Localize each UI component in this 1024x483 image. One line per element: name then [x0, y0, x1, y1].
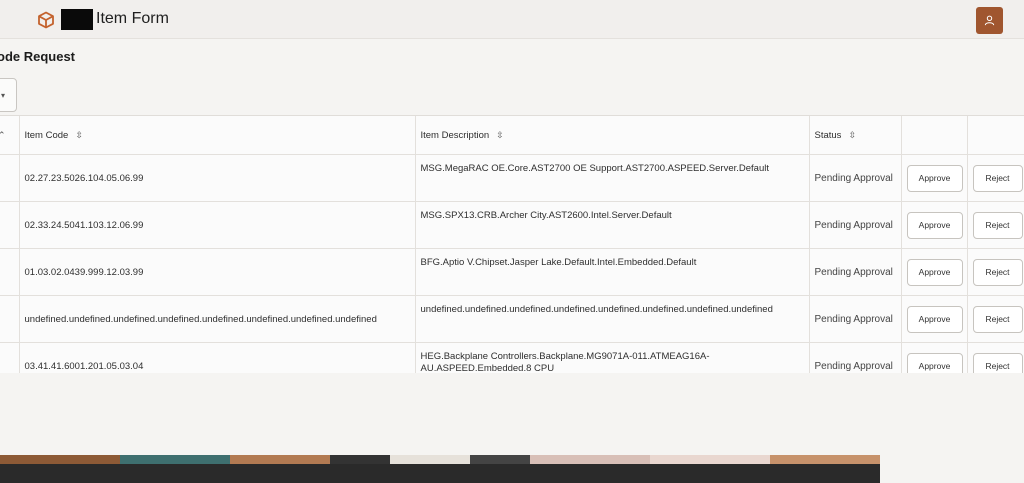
- reject-button[interactable]: Reject: [972, 305, 1023, 333]
- band-decoration: [0, 455, 120, 464]
- status-cell: Pending Approval: [809, 248, 902, 296]
- approve-button[interactable]: Approve: [906, 164, 963, 192]
- user-icon: [984, 15, 995, 26]
- item-code-cell: 03.41.41.6001.201.05.03.04: [19, 342, 416, 373]
- reject-cell: Reject: [967, 201, 1024, 249]
- page-title: ode Request: [0, 49, 76, 64]
- band-decoration: [390, 455, 470, 464]
- row-select-cell[interactable]: [0, 201, 20, 249]
- sort-icon[interactable]: ⇳: [848, 130, 856, 140]
- approve-cell: Approve: [901, 248, 968, 296]
- item-description-cell: MSG.SPX13.CRB.Archer City.AST2600.Intel.…: [415, 201, 810, 249]
- band-decoration: [120, 455, 230, 464]
- item-code-cell: 02.33.24.5041.103.12.06.99: [19, 201, 416, 249]
- row-select-cell[interactable]: [0, 154, 20, 202]
- approve-button[interactable]: Approve: [906, 211, 963, 239]
- item-description-cell: HEG.Backplane Controllers.Backplane.MG90…: [415, 342, 810, 373]
- band-decoration: [530, 455, 650, 464]
- redacted-logo: [61, 9, 93, 30]
- app-title: Item Form: [96, 10, 169, 27]
- user-avatar-button[interactable]: [976, 7, 1003, 34]
- approve-button[interactable]: Approve: [906, 258, 963, 286]
- sort-icon[interactable]: ⇳: [496, 130, 504, 140]
- status-text: Pending Approval: [814, 360, 893, 372]
- column-header-item-description[interactable]: Item Description ⇳: [415, 116, 810, 155]
- status-text: Pending Approval: [814, 172, 893, 184]
- status-cell: Pending Approval: [809, 154, 902, 202]
- approve-cell: Approve: [901, 342, 968, 373]
- column-header-reject: [967, 116, 1024, 155]
- row-select-cell[interactable]: [0, 295, 20, 343]
- row-select-cell[interactable]: [0, 342, 20, 373]
- reject-cell: Reject: [967, 295, 1024, 343]
- reject-cell: Reject: [967, 248, 1024, 296]
- table-row[interactable]: 03.41.41.6001.201.05.03.04 HEG.Backplane …: [0, 342, 1024, 373]
- background-band: [0, 455, 880, 483]
- status-cell: Pending Approval: [809, 295, 902, 343]
- reject-button[interactable]: Reject: [972, 258, 1023, 286]
- top-bar: Item Form: [0, 0, 1024, 39]
- approve-cell: Approve: [901, 201, 968, 249]
- table-row[interactable]: 02.27.23.5026.104.05.06.99 MSG.MegaRAC OE…: [0, 154, 1024, 202]
- table-row[interactable]: 02.33.24.5041.103.12.06.99 MSG.SPX13.CRB.…: [0, 201, 1024, 249]
- reject-cell: Reject: [967, 154, 1024, 202]
- reject-cell: Reject: [967, 342, 1024, 373]
- status-text: Pending Approval: [814, 313, 893, 325]
- item-code-cell: 02.27.23.5026.104.05.06.99: [19, 154, 416, 202]
- item-table: ⌃ Item Code⇳ Item Description⇳ Status⇳ 0…: [0, 115, 1024, 373]
- sort-icon[interactable]: ⇳: [75, 130, 83, 140]
- table-row[interactable]: undefined.undefined.undefined.undefined.…: [0, 295, 1024, 343]
- column-header-status[interactable]: Status ⇳: [809, 116, 902, 155]
- approve-button[interactable]: Approve: [906, 352, 963, 373]
- table-row[interactable]: 01.03.02.0439.999.12.03.99 BFG.Aptio V.Ch…: [0, 248, 1024, 296]
- status-text: Pending Approval: [814, 219, 893, 231]
- item-description-cell: MSG.MegaRAC OE.Core.AST2700 OE Support.A…: [415, 154, 810, 202]
- approve-cell: Approve: [901, 154, 968, 202]
- cube-icon[interactable]: [37, 11, 55, 29]
- table-header-row: ⌃ Item Code⇳ Item Description⇳ Status⇳: [0, 116, 1024, 155]
- band-decoration: [770, 455, 880, 464]
- band-decoration: [230, 455, 330, 464]
- approve-button[interactable]: Approve: [906, 305, 963, 333]
- chevron-down-icon: ▾: [1, 91, 6, 100]
- reject-button[interactable]: Reject: [972, 352, 1023, 373]
- item-code-cell: undefined.undefined.undefined.undefined.…: [19, 295, 416, 343]
- row-select-cell[interactable]: [0, 248, 20, 296]
- actions-dropdown[interactable]: ▾: [0, 78, 17, 112]
- select-column-header[interactable]: ⌃: [0, 116, 20, 155]
- item-description-cell: undefined.undefined.undefined.undefined.…: [415, 295, 810, 343]
- status-cell: Pending Approval: [809, 342, 902, 373]
- reject-button[interactable]: Reject: [972, 164, 1023, 192]
- approve-cell: Approve: [901, 295, 968, 343]
- band-decoration: [650, 455, 770, 464]
- sort-icon[interactable]: ⌃: [0, 130, 6, 140]
- column-header-approve: [901, 116, 968, 155]
- status-text: Pending Approval: [814, 266, 893, 278]
- item-code-cell: 01.03.02.0439.999.12.03.99: [19, 248, 416, 296]
- status-cell: Pending Approval: [809, 201, 902, 249]
- item-description-cell: BFG.Aptio V.Chipset.Jasper Lake.Default.…: [415, 248, 810, 296]
- reject-button[interactable]: Reject: [972, 211, 1023, 239]
- column-header-item-code[interactable]: Item Code ⇳: [19, 116, 416, 155]
- band-decoration: [330, 455, 390, 464]
- band-decoration: [470, 455, 530, 464]
